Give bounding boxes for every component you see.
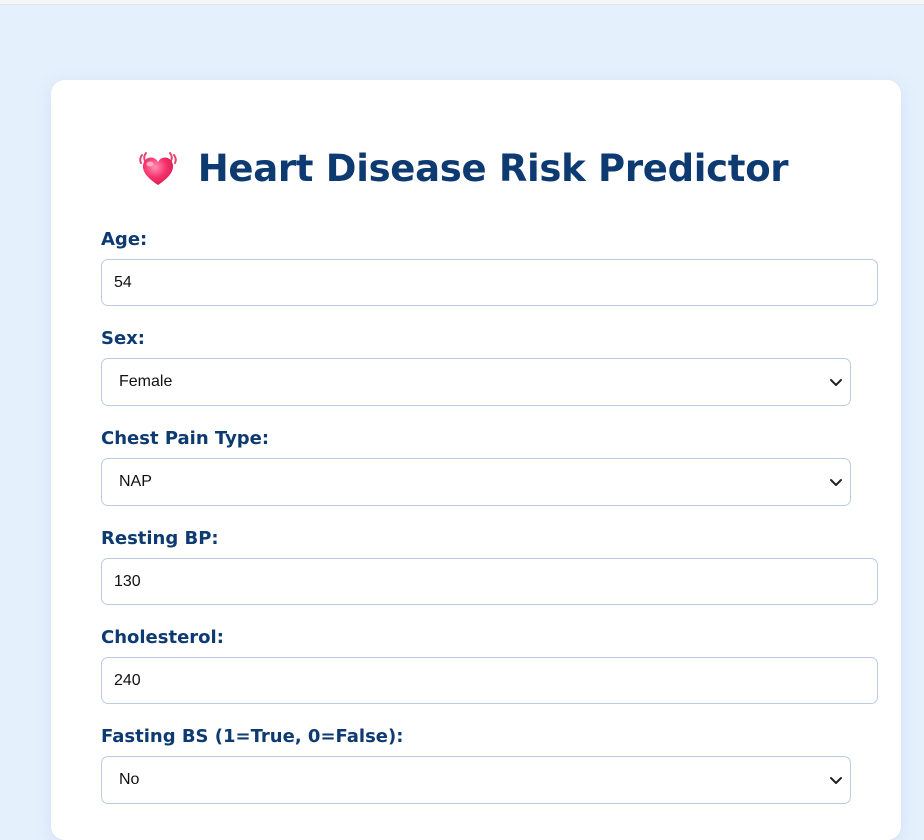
fasting-bs-select[interactable]: No (101, 756, 851, 804)
cholesterol-input[interactable]: 240 (101, 657, 878, 704)
fasting-bs-label: Fasting BS (1=True, 0=False): (101, 726, 404, 747)
chevron-down-icon (830, 379, 842, 386)
browser-top-edge (0, 0, 924, 5)
sex-select-value: Female (119, 373, 173, 390)
chest-pain-label: Chest Pain Type: (101, 428, 270, 449)
fasting-bs-select-value: No (119, 771, 140, 788)
chest-pain-select-value: NAP (119, 473, 152, 490)
beating-heart-icon (138, 152, 177, 185)
title-wrap: Heart Disease Risk Predictor (136, 146, 789, 190)
cholesterol-label: Cholesterol: (101, 627, 224, 648)
resting-bp-input[interactable]: 130 (101, 558, 878, 605)
cholesterol-field-group: Cholesterol: 240 (101, 627, 878, 704)
chest-pain-field-group: Chest Pain Type: NAP (101, 428, 851, 506)
chest-pain-select[interactable]: NAP (101, 458, 851, 506)
chevron-down-icon (830, 479, 842, 486)
age-field-group: Age: 54 (101, 229, 878, 306)
resting-bp-field-group: Resting BP: 130 (101, 528, 878, 605)
page-title: Heart Disease Risk Predictor (197, 146, 789, 190)
sex-label: Sex: (101, 328, 145, 349)
title-row: Heart Disease Risk Predictor (0, 146, 924, 202)
fasting-bs-field-group: Fasting BS (1=True, 0=False): No (101, 726, 851, 804)
sex-select[interactable]: Female (101, 358, 851, 406)
age-label: Age: (101, 229, 148, 250)
chevron-down-icon (830, 777, 842, 784)
age-input[interactable]: 54 (101, 259, 878, 306)
sex-field-group: Sex: Female (101, 328, 851, 406)
resting-bp-label: Resting BP: (101, 528, 219, 549)
